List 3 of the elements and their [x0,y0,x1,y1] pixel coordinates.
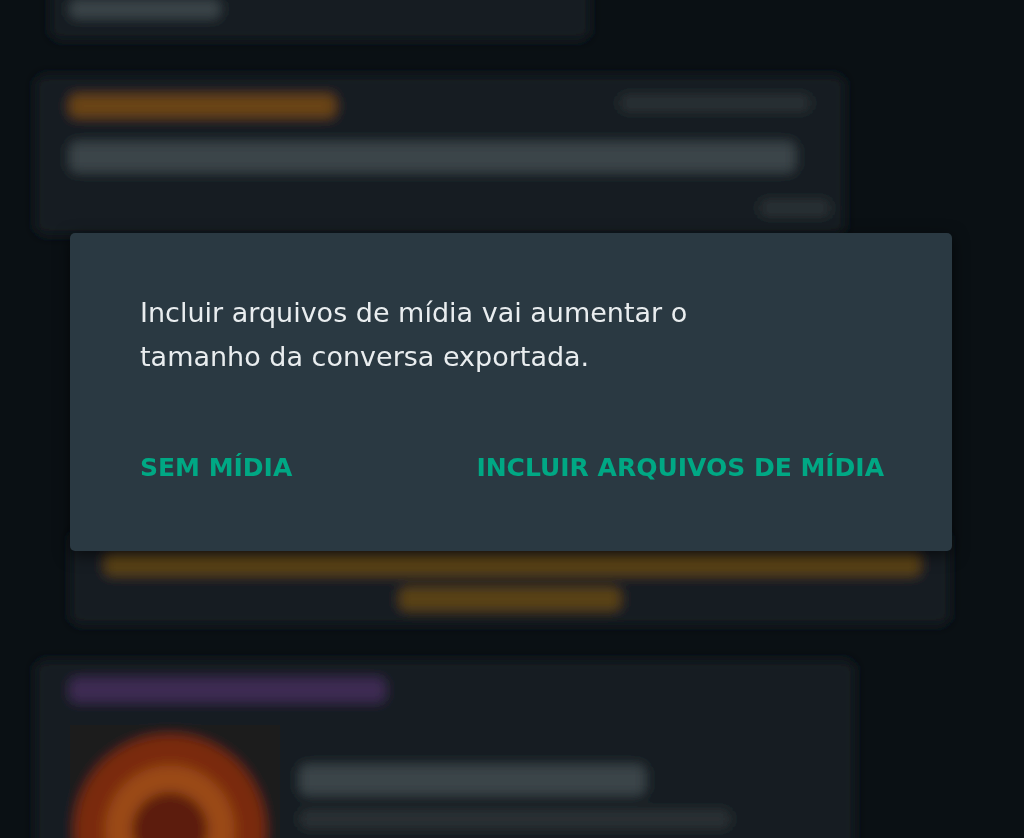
dialog-button[interactable]: SEM MÍDIA [134,447,299,488]
dialog-button[interactable]: INCLUIR ARQUIVOS DE MÍDIA [470,447,890,488]
dialog-message: Incluir arquivos de mídia vai aumentar o tamanho da conversa exportada. [140,296,689,374]
